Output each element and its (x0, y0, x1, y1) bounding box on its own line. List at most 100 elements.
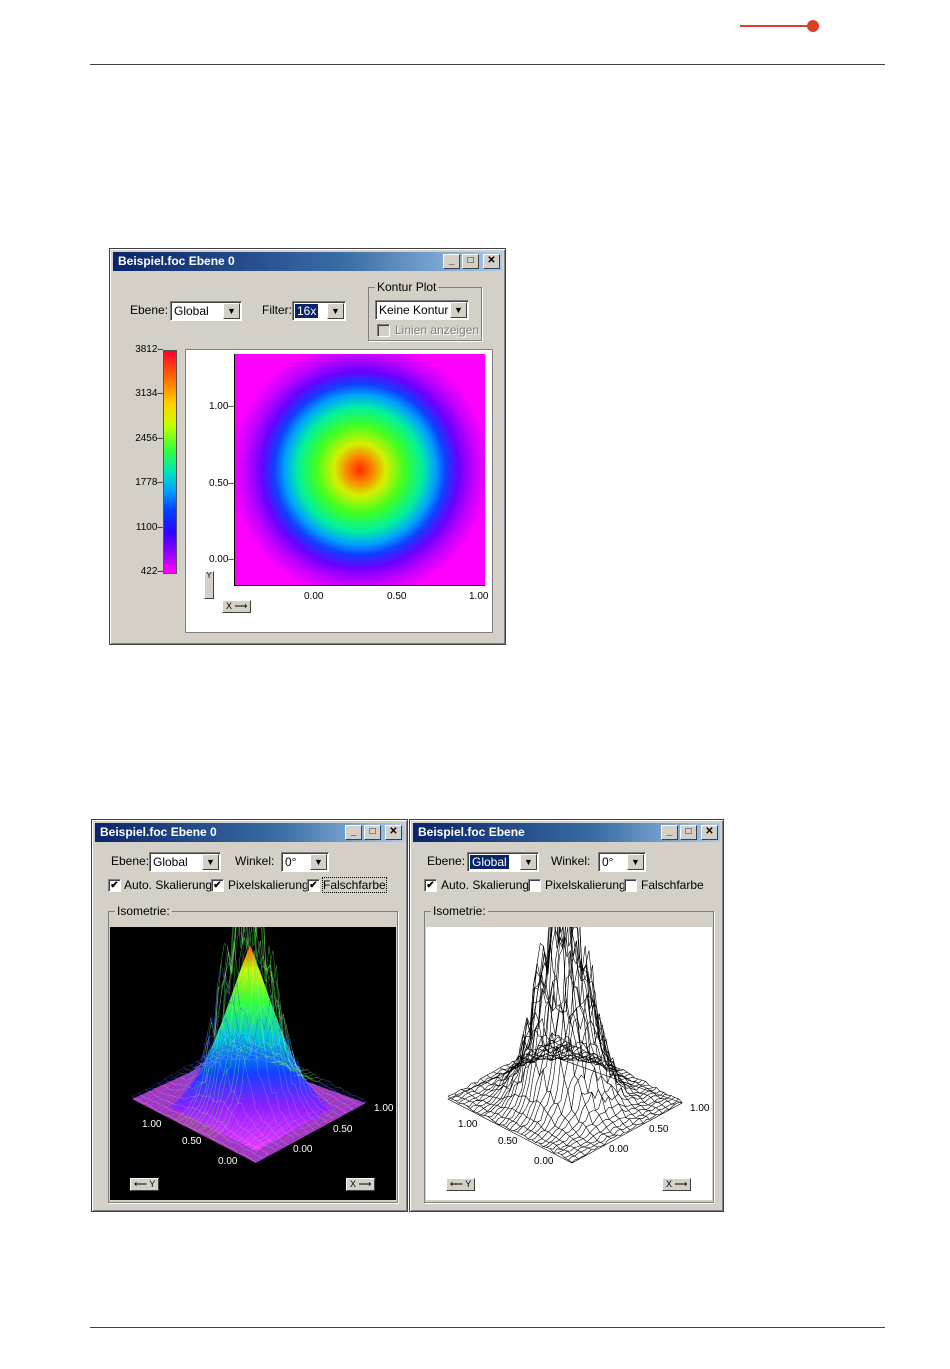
winkel-select[interactable]: 0° ▼ (281, 852, 329, 872)
iso-tick-left-050: 0.50 (498, 1136, 518, 1147)
window-title: Beispiel.foc Ebene 0 (100, 825, 217, 839)
false-color-checkbox[interactable] (624, 879, 637, 892)
x-axis-button[interactable]: X ⟶ (346, 1178, 376, 1191)
pixel-scaling-checkbox[interactable] (528, 879, 541, 892)
filter-value: 16x (295, 304, 319, 318)
x-axis-button[interactable]: X ⟶ (662, 1178, 692, 1191)
mesh-line (539, 1046, 650, 1145)
iso-tick-origin: 0.00 (534, 1156, 554, 1167)
iso-tick-right-050: 0.50 (333, 1124, 353, 1135)
colorbar-tick-label: 422– (140, 566, 163, 577)
x-axis-label: X ⟶ (666, 1179, 688, 1189)
minimize-icon[interactable]: _ (661, 825, 678, 840)
chevron-down-icon[interactable]: ▼ (310, 854, 327, 870)
kontur-plot-group: Kontur Plot Keine Kontur ▼ Linien anzeig… (368, 280, 482, 341)
maximize-icon[interactable]: □ (680, 825, 697, 840)
iso-tick-origin: 0.00 (218, 1156, 238, 1167)
chevron-down-icon[interactable]: ▼ (202, 854, 219, 870)
iso-tick-right-000: 0.00 (609, 1144, 629, 1155)
winkel-select[interactable]: 0° ▼ (598, 852, 646, 872)
y-axis-label: ⟵ Y (450, 1179, 472, 1189)
colorbar-tick-label: 1100– (135, 521, 163, 533)
close-icon[interactable]: ✕ (701, 825, 718, 840)
colorbar-tick-label: 3134– (135, 388, 163, 400)
colorbar-tick-label: 2456– (135, 432, 163, 444)
mesh-line (458, 1042, 570, 1104)
y-tick-label: 1.00– (208, 401, 234, 412)
chevron-down-icon[interactable]: ▼ (450, 302, 467, 318)
x-tick-label: 0.50 (387, 591, 407, 602)
false-color-checkbox[interactable]: ✔ (307, 879, 320, 892)
linien-label: Linien anzeigen (395, 323, 480, 337)
ebene-select[interactable]: Global ▼ (149, 852, 221, 872)
ebene-select[interactable]: Global ▼ (170, 301, 242, 321)
iso-tick-left-100: 1.00 (458, 1119, 478, 1130)
x-axis-label: X ⟶ (226, 601, 248, 611)
header-rule (90, 64, 885, 65)
y-axis-label: ⟵ Y (134, 1179, 156, 1189)
colorbar-tick-label: 3812– (135, 344, 163, 355)
kontur-value: Keine Kontur (379, 303, 449, 317)
filter-label: Filter: (262, 303, 292, 317)
minimize-icon[interactable]: _ (443, 254, 460, 269)
isometry-title: Isometrie: (115, 904, 172, 918)
title-bar[interactable]: Beispiel.foc Ebene 0 _ □ ✕ (95, 823, 404, 842)
colorbar (163, 350, 177, 574)
iso-tick-left-100: 1.00 (142, 1119, 162, 1130)
close-icon[interactable]: ✕ (483, 254, 500, 269)
isometric-plot-color: 1.00 0.50 0.00 0.00 0.50 1.00 ⟵ Y X ⟶ (110, 865, 396, 1200)
window-2d-view: Beispiel.foc Ebene 0 _ □ ✕ Ebene: Global… (109, 248, 506, 645)
winkel-label: Winkel: (235, 854, 275, 868)
filter-select[interactable]: 16x ▼ (292, 301, 346, 321)
title-bar[interactable]: Beispiel.foc Ebene 0 _ □ ✕ (113, 252, 502, 271)
logo-line (740, 25, 808, 27)
auto-scaling-checkbox[interactable]: ✔ (424, 879, 437, 892)
y-axis-label: Y (206, 571, 212, 580)
false-color-label: Falschfarbe (641, 878, 704, 892)
auto-scaling-checkbox[interactable]: ✔ (108, 879, 121, 892)
chevron-down-icon[interactable]: ▼ (520, 854, 537, 870)
linien-checkbox[interactable] (377, 324, 390, 337)
iso-tick-left-050: 0.50 (182, 1136, 202, 1147)
maximize-icon[interactable]: □ (364, 825, 381, 840)
y-axis-button[interactable]: ⟵ Y (130, 1178, 160, 1191)
kontur-group-title: Kontur Plot (375, 280, 439, 294)
pixel-scaling-checkbox[interactable]: ✔ (211, 879, 224, 892)
auto-scaling-label: Auto. Skalierung (441, 878, 530, 892)
chevron-down-icon[interactable]: ▼ (327, 303, 344, 319)
pixel-scaling-label: Pixelskalierung (545, 878, 626, 892)
kontur-select[interactable]: Keine Kontur ▼ (375, 300, 469, 320)
ebene-value: Global (470, 855, 509, 869)
x-axis-label: X ⟶ (350, 1179, 372, 1189)
ebene-select[interactable]: Global ▼ (467, 852, 539, 872)
mesh-line (488, 970, 599, 1117)
mesh-line (557, 1036, 683, 1103)
mesh-line (520, 917, 631, 1135)
chevron-down-icon[interactable]: ▼ (627, 854, 644, 870)
isometric-plot-wireframe: 1.00 0.50 0.00 0.00 0.50 1.00 ⟵ Y X ⟶ (426, 865, 712, 1200)
title-bar[interactable]: Beispiel.foc Ebene _ □ ✕ (413, 823, 720, 842)
x-axis-button[interactable]: X ⟶ (222, 600, 252, 613)
window-isometric-wireframe: Beispiel.foc Ebene _ □ ✕ Ebene: Global ▼… (409, 819, 724, 1212)
window-isometric-color: Beispiel.foc Ebene 0 _ □ ✕ Ebene: Global… (91, 819, 408, 1212)
y-axis-button[interactable]: Y (204, 571, 214, 599)
iso-tick-right-100: 1.00 (374, 1103, 394, 1114)
close-icon[interactable]: ✕ (385, 825, 402, 840)
mesh-line (525, 995, 650, 1120)
colorbar-tick-label: 1778– (135, 477, 163, 489)
chevron-down-icon[interactable]: ▼ (223, 303, 240, 319)
minimize-icon[interactable]: _ (345, 825, 362, 840)
iso-tick-right-100: 1.00 (690, 1103, 710, 1114)
isometric-surface (447, 865, 683, 1164)
window-title: Beispiel.foc Ebene 0 (118, 254, 235, 268)
plot-axes (234, 354, 485, 586)
iso-tick-right-050: 0.50 (649, 1124, 669, 1135)
maximize-icon[interactable]: □ (462, 254, 479, 269)
y-tick-label: 0.50– (208, 478, 234, 489)
x-tick-label: 1.00 (469, 591, 489, 602)
y-axis-button[interactable]: ⟵ Y (446, 1178, 476, 1191)
iso-tick-right-000: 0.00 (293, 1144, 313, 1155)
logo-dot-icon (807, 20, 819, 32)
ebene-label: Ebene: (130, 303, 169, 317)
winkel-value: 0° (602, 855, 614, 869)
